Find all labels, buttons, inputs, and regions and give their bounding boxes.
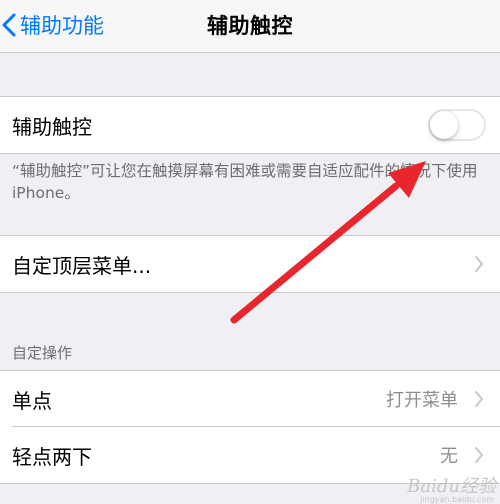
assistive-touch-description: “辅助触控”可让您在触摸屏幕有困难或需要自适应配件的情况下使用 iPhone。 xyxy=(12,162,478,202)
assistive-touch-group: 辅助触控 xyxy=(0,96,500,154)
chevron-right-icon xyxy=(475,391,483,407)
chevron-right-icon xyxy=(475,256,483,272)
custom-actions-header: 自定操作 xyxy=(12,344,73,362)
single-tap-row[interactable]: 单点 打开菜单 xyxy=(0,371,500,427)
chevron-right-icon xyxy=(475,447,483,463)
assistive-touch-toggle[interactable] xyxy=(428,109,486,141)
double-tap-value: 无 xyxy=(440,446,458,467)
customize-top-menu-label: 自定顶层菜单... xyxy=(12,253,152,278)
custom-actions-group: 单点 打开菜单 轻点两下 无 xyxy=(0,370,500,484)
toggle-knob xyxy=(430,111,458,139)
customize-top-menu-row[interactable]: 自定顶层菜单... xyxy=(0,236,500,292)
page-title: 辅助触控 xyxy=(207,14,293,38)
assistive-touch-row: 辅助触控 xyxy=(0,97,500,153)
single-tap-label: 单点 xyxy=(12,388,52,413)
double-tap-label: 轻点两下 xyxy=(12,444,92,469)
assistive-touch-label: 辅助触控 xyxy=(12,114,92,139)
single-tap-value: 打开菜单 xyxy=(386,390,458,411)
navigation-bar: 辅助功能 辅助触控 xyxy=(0,0,500,53)
top-menu-group: 自定顶层菜单... xyxy=(0,235,500,293)
